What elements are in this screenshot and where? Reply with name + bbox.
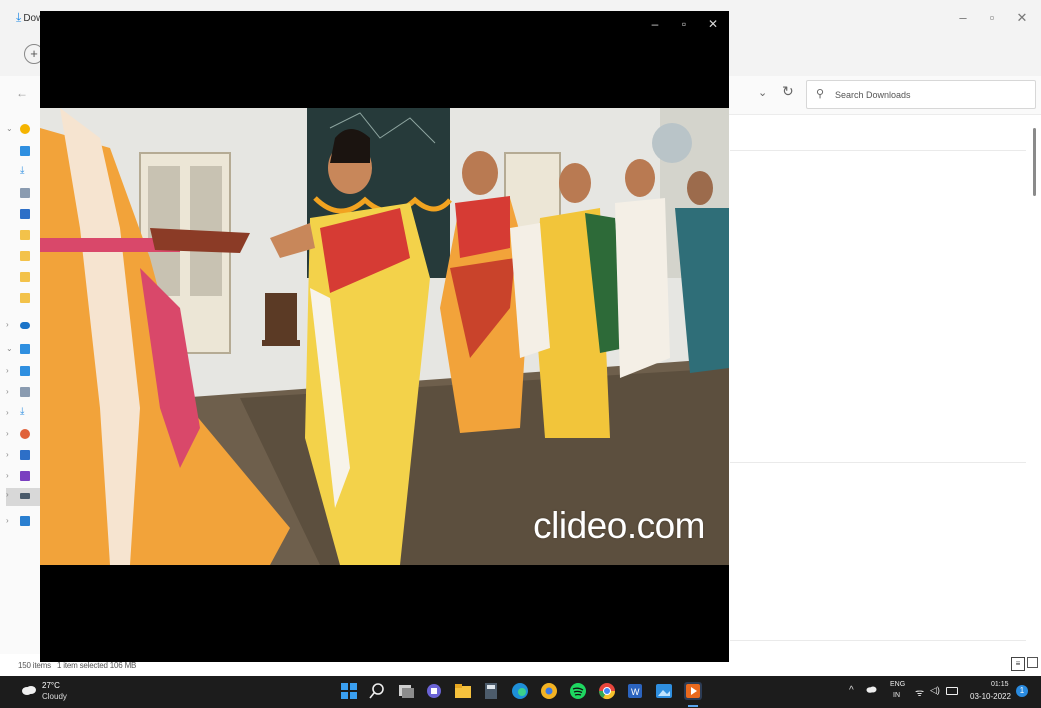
windows-start-icon[interactable] — [340, 682, 358, 700]
network-icon — [20, 516, 30, 526]
nav-folder-1[interactable] — [6, 228, 40, 246]
download-icon: ⤓ — [20, 406, 25, 417]
nav-pc-downloads[interactable]: › ⤓ — [6, 406, 40, 424]
video-frame[interactable]: clideo.com — [40, 108, 729, 565]
download-icon: ⤓ — [20, 165, 25, 176]
video-watermark: clideo.com — [533, 505, 705, 546]
music-icon — [20, 429, 30, 439]
search-icon[interactable] — [368, 682, 386, 700]
folder-icon — [20, 272, 30, 282]
desktop-icon — [20, 146, 30, 156]
videos-icon — [20, 471, 30, 481]
status-selection: 1 item selected 106 MB — [56, 661, 137, 670]
cloud-icon — [22, 686, 36, 695]
task-view-icon[interactable] — [397, 682, 415, 700]
video-scene — [40, 108, 729, 565]
download-icon: ⤓ — [16, 10, 22, 24]
nav-folder-4[interactable] — [6, 291, 40, 309]
search-box[interactable]: ⚲ — [806, 80, 1036, 109]
language-code: ENG — [890, 681, 906, 688]
search-icon: ⚲ — [816, 88, 825, 100]
explorer-minimize-button[interactable]: – — [953, 10, 973, 25]
nav-folder-2[interactable] — [6, 249, 40, 267]
nav-documents[interactable] — [6, 186, 40, 204]
player-close-button[interactable]: ✕ — [703, 17, 723, 31]
nav-quick-access[interactable]: ⌄ — [6, 122, 40, 140]
wifi-icon[interactable]: ᯤ — [915, 685, 924, 699]
pictures-icon — [20, 209, 30, 219]
taskbar: 27°C Cloudy W ^ ENG IN ᯤ ◁) 01:15 03-10-… — [0, 676, 1041, 708]
tiles-view-button[interactable] — [1027, 657, 1038, 668]
calculator-icon[interactable] — [482, 682, 500, 700]
edge-icon[interactable] — [511, 682, 529, 700]
nav-folder-3[interactable] — [6, 270, 40, 288]
computer-icon — [20, 344, 30, 354]
document-icon — [20, 188, 30, 198]
nav-pc-desktop[interactable]: › — [6, 364, 40, 382]
address-dropdown-icon[interactable]: ⌄ — [758, 86, 767, 99]
details-view-button[interactable]: ≡ — [1011, 657, 1025, 671]
active-app-indicator — [688, 705, 698, 707]
nav-pc-pictures[interactable]: › — [6, 448, 40, 466]
status-text: 150 items 1 item selected 106 MB — [18, 661, 136, 670]
weather-temperature: 27°C — [42, 681, 60, 690]
nav-network[interactable]: › — [6, 514, 40, 532]
player-minimize-button[interactable]: – — [645, 17, 665, 31]
svg-text:W: W — [631, 687, 640, 697]
onedrive-icon[interactable] — [866, 686, 877, 693]
folder-icon — [20, 251, 30, 261]
content-divider — [730, 150, 1026, 151]
nav-onedrive[interactable]: › — [6, 318, 40, 336]
nav-pc-documents[interactable]: › — [6, 385, 40, 403]
explorer-close-button[interactable]: ✕ — [1012, 10, 1032, 26]
region-code: IN — [893, 692, 900, 699]
content-divider — [730, 640, 1026, 641]
content-divider — [730, 462, 1026, 463]
clock-time: 01:15 — [991, 681, 1009, 688]
search-input[interactable] — [833, 86, 1032, 104]
nav-pc-music[interactable]: › — [6, 427, 40, 445]
word-icon[interactable]: W — [626, 682, 644, 700]
chrome-canary-icon[interactable] — [540, 682, 558, 700]
nav-downloads[interactable]: ⤓ — [6, 165, 40, 183]
pictures-icon — [20, 450, 30, 460]
media-player-window: – ▫ ✕ clideo.com — [40, 11, 729, 662]
nav-pc-videos[interactable]: › — [6, 469, 40, 487]
battery-icon[interactable] — [946, 687, 958, 695]
nav-pictures[interactable] — [6, 207, 40, 225]
folder-icon — [20, 293, 30, 303]
cloud-icon — [20, 322, 30, 329]
explorer-maximize-button[interactable]: ▫ — [982, 10, 1002, 25]
vertical-scrollbar[interactable] — [1033, 128, 1036, 196]
notification-badge[interactable]: 1 — [1016, 685, 1028, 697]
nav-this-pc[interactable]: ⌄ — [6, 342, 40, 360]
weather-condition: Cloudy — [42, 692, 67, 701]
back-arrow-icon[interactable]: ← — [16, 86, 28, 100]
tray-overflow-icon[interactable]: ^ — [849, 685, 854, 696]
spotify-icon[interactable] — [569, 682, 587, 700]
status-item-count: 150 items — [18, 661, 51, 670]
nav-desktop[interactable] — [6, 144, 40, 162]
nav-pc-local-disk[interactable]: › — [6, 488, 40, 506]
chrome-icon[interactable] — [598, 682, 616, 700]
volume-icon[interactable]: ◁) — [930, 685, 940, 696]
refresh-icon[interactable]: ↻ — [782, 83, 794, 100]
navigation-pane: ⌄ ⤓ › ⌄ › › › ⤓ › › › › › — [0, 114, 40, 654]
teams-chat-icon[interactable] — [425, 682, 443, 700]
clock-date: 03-10-2022 — [970, 692, 1011, 701]
media-player-icon[interactable] — [684, 682, 702, 700]
photos-icon[interactable] — [655, 682, 673, 700]
star-icon — [20, 124, 30, 134]
player-maximize-button[interactable]: ▫ — [674, 17, 694, 31]
drive-icon — [20, 493, 30, 499]
folder-icon — [20, 230, 30, 240]
document-icon — [20, 387, 30, 397]
file-explorer-icon[interactable] — [454, 682, 472, 700]
desktop-icon — [20, 366, 30, 376]
